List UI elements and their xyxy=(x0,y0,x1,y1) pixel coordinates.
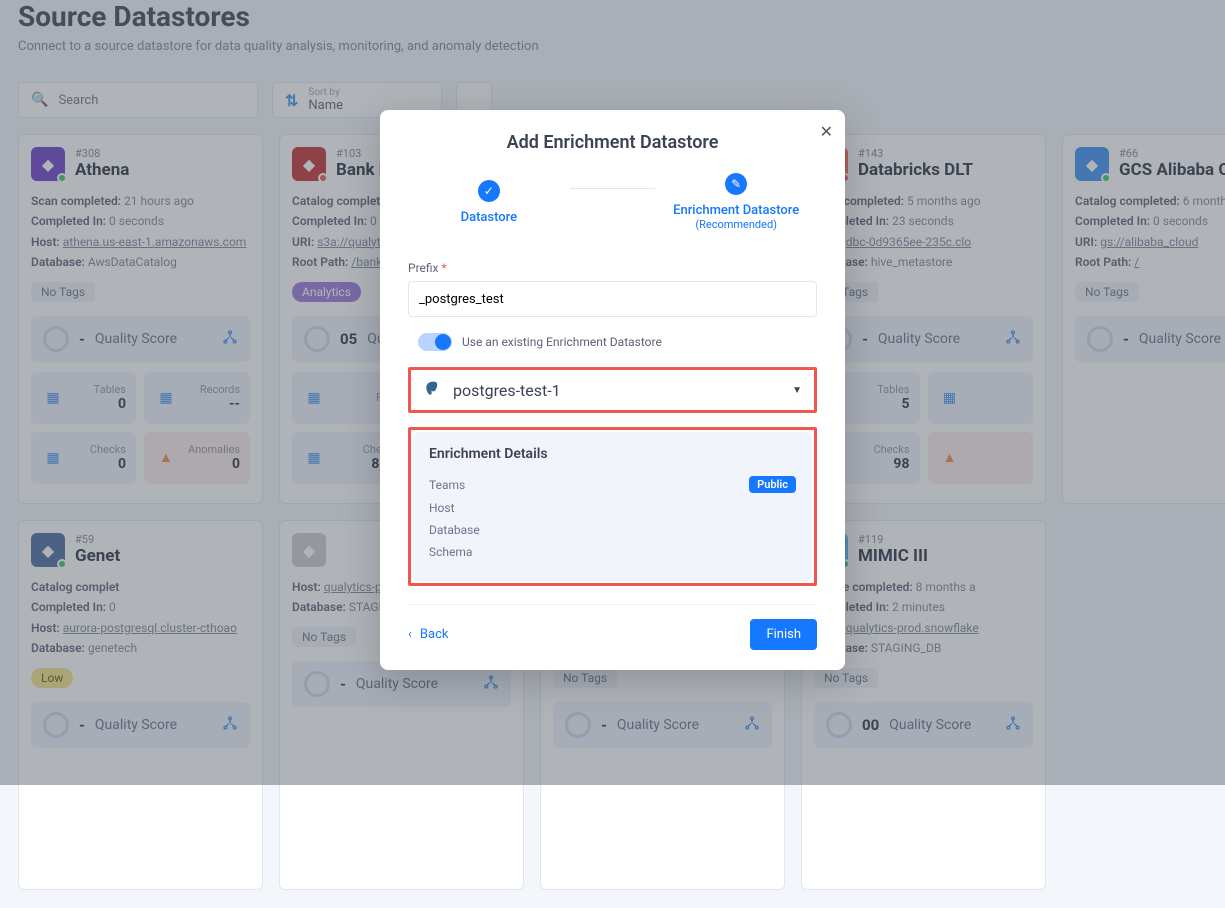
enrichment-select-value: postgres-test-1 xyxy=(453,381,561,400)
postgres-icon xyxy=(423,380,443,400)
modal-title: Add Enrichment Datastore xyxy=(408,132,817,153)
detail-host-label: Host xyxy=(429,501,455,515)
close-icon[interactable]: ✕ xyxy=(820,122,833,141)
add-enrichment-modal: ✕ Add Enrichment Datastore ✓ Datastore ✎… xyxy=(380,110,845,670)
back-button[interactable]: ‹ Back xyxy=(408,627,448,642)
public-badge: Public xyxy=(749,476,796,493)
detail-database-label: Database xyxy=(429,523,480,537)
detail-schema-label: Schema xyxy=(429,545,472,559)
finish-button[interactable]: Finish xyxy=(750,619,817,650)
chevron-left-icon: ‹ xyxy=(408,627,412,642)
step-enrichment-sub: (Recommended) xyxy=(695,218,777,231)
step-datastore-label: Datastore xyxy=(461,210,518,225)
enrichment-select[interactable]: postgres-test-1 ▼ xyxy=(413,372,812,408)
use-existing-label: Use an existing Enrichment Datastore xyxy=(462,335,662,349)
enrichment-details-title: Enrichment Details xyxy=(429,446,796,462)
step-enrichment-icon: ✎ xyxy=(725,173,747,195)
chevron-down-icon: ▼ xyxy=(792,385,802,396)
use-existing-toggle[interactable] xyxy=(418,333,452,351)
prefix-label: Prefix xyxy=(408,261,439,275)
step-datastore-icon: ✓ xyxy=(478,180,500,202)
prefix-input[interactable] xyxy=(408,281,817,317)
detail-teams-label: Teams xyxy=(429,478,465,492)
step-enrichment-label: Enrichment Datastore xyxy=(673,203,799,218)
